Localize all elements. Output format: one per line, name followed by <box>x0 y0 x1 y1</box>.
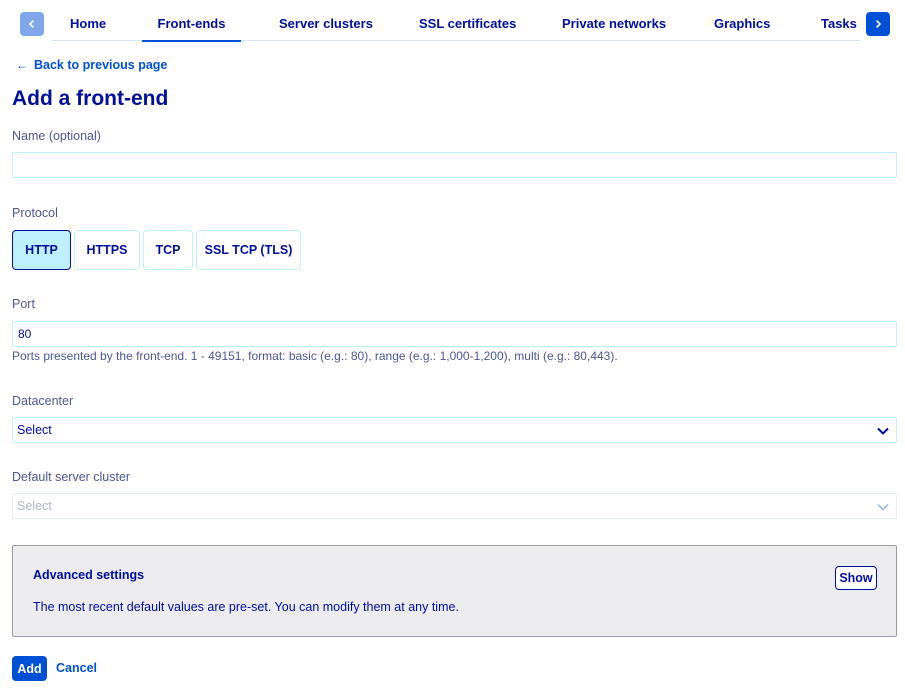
advanced-settings-description: The most recent default values are pre-s… <box>33 600 459 614</box>
chevron-left-icon <box>28 19 35 29</box>
tab-tasks[interactable]: Tasks <box>821 0 857 41</box>
page-title: Add a front-end <box>12 87 169 110</box>
add-button[interactable]: Add <box>12 656 47 681</box>
tab-graphics[interactable]: Graphics <box>714 0 770 41</box>
port-input[interactable]: 80 <box>12 321 897 347</box>
tabs-scroll-left-button[interactable] <box>20 12 44 36</box>
tab-list: Home Front-ends Server clusters SSL cert… <box>52 0 860 42</box>
datacenter-select[interactable]: Select <box>12 417 897 443</box>
tab-front-ends[interactable]: Front-ends <box>142 0 241 42</box>
cancel-link[interactable]: Cancel <box>56 661 97 675</box>
default-cluster-select-value: Select <box>17 499 52 513</box>
tab-private-networks[interactable]: Private networks <box>562 0 666 41</box>
advanced-settings-title: Advanced settings <box>33 568 145 582</box>
protocol-option-https[interactable]: HTTPS <box>74 230 140 270</box>
name-input[interactable] <box>12 152 897 178</box>
protocol-label: Protocol <box>12 206 58 220</box>
chevron-down-icon <box>877 504 889 511</box>
port-help-text: Ports presented by the front-end. 1 - 49… <box>12 349 618 363</box>
back-link-label: Back to previous page <box>34 58 168 72</box>
protocol-option-ssl-tcp[interactable]: SSL TCP (TLS) <box>196 230 301 270</box>
arrow-left-icon: ← <box>16 58 28 72</box>
datacenter-select-value: Select <box>17 423 52 437</box>
advanced-settings-panel: Advanced settings The most recent defaul… <box>12 545 897 637</box>
tab-server-clusters[interactable]: Server clusters <box>279 0 373 41</box>
protocol-option-http[interactable]: HTTP <box>12 230 71 270</box>
default-cluster-label: Default server cluster <box>12 470 131 484</box>
tabs-scroll-right-button[interactable] <box>866 12 890 36</box>
name-field-label: Name (optional) <box>12 129 101 143</box>
back-to-previous-page-link[interactable]: ← Back to previous page <box>16 58 167 72</box>
datacenter-label: Datacenter <box>12 394 74 408</box>
default-cluster-select: Select <box>12 493 897 519</box>
tab-ssl-certificates[interactable]: SSL certificates <box>419 0 516 41</box>
top-tab-bar: Home Front-ends Server clusters SSL cert… <box>0 0 905 46</box>
port-label: Port <box>12 297 35 311</box>
chevron-right-icon <box>875 19 882 29</box>
chevron-down-icon <box>877 427 889 435</box>
tab-home[interactable]: Home <box>70 0 106 41</box>
show-advanced-settings-button[interactable]: Show <box>835 566 877 590</box>
protocol-option-tcp[interactable]: TCP <box>143 230 193 270</box>
